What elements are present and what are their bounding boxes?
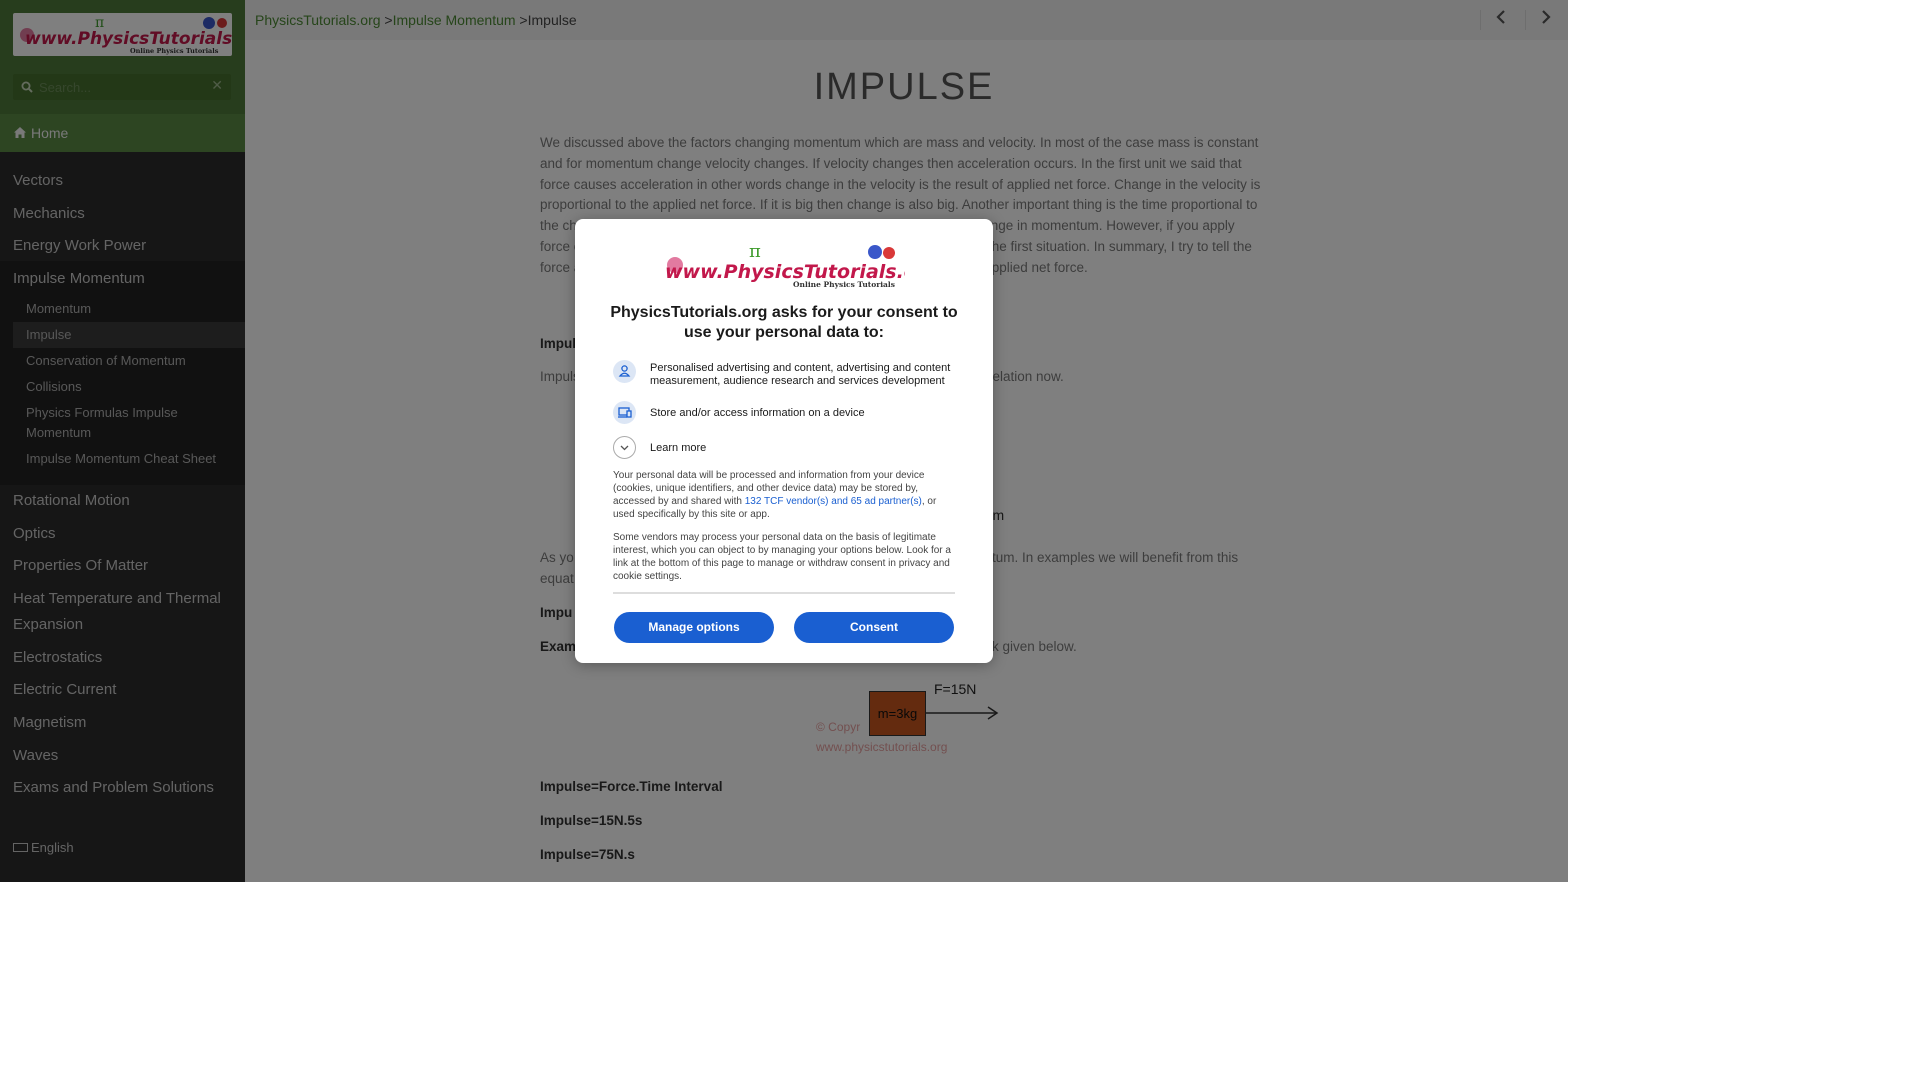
dialog-logo: π www.PhysicsTutorials.org Online Physic… <box>663 241 940 303</box>
manage-options-button[interactable]: Manage options <box>614 612 774 643</box>
purpose-personalised-ads: Personalised advertising and content, ad… <box>613 360 958 390</box>
purpose-text: Personalised advertising and content, ad… <box>650 362 951 387</box>
consent-button[interactable]: Consent <box>794 612 954 643</box>
consent-title: PhysicsTutorials.org asks for your conse… <box>610 304 958 341</box>
svg-text:Online Physics Tutorials: Online Physics Tutorials <box>793 280 895 289</box>
consent-overlay: π www.PhysicsTutorials.org Online Physic… <box>0 0 1568 882</box>
chevron-down-icon[interactable] <box>613 436 636 459</box>
vendors-link[interactable]: 132 TCF vendor(s) and 65 ad partner(s) <box>745 496 922 507</box>
consent-dialog: π www.PhysicsTutorials.org Online Physic… <box>575 219 993 663</box>
person-icon <box>613 360 636 383</box>
device-icon <box>613 401 636 424</box>
purpose-text: Store and/or access information on a dev… <box>650 407 865 419</box>
learn-more-label[interactable]: Learn more <box>650 442 706 455</box>
dialog-divider <box>613 592 955 594</box>
learn-more-toggle[interactable]: Learn more <box>613 436 958 460</box>
purpose-device-storage: Store and/or access information on a dev… <box>613 401 958 425</box>
svg-text:π: π <box>749 241 761 262</box>
consent-body-2: Some vendors may process your personal d… <box>613 532 951 582</box>
consent-body-1: Your personal data will be processed and… <box>613 469 955 521</box>
